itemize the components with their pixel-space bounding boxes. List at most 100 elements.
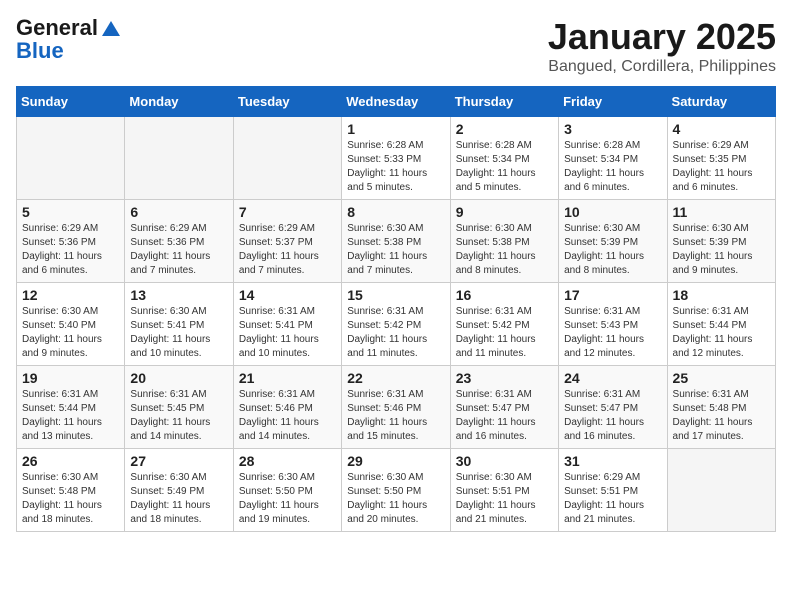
weekday-header-tuesday: Tuesday bbox=[233, 87, 341, 117]
weekday-header-wednesday: Wednesday bbox=[342, 87, 450, 117]
day-info: Sunrise: 6:30 AMSunset: 5:38 PMDaylight:… bbox=[347, 222, 444, 278]
day-number: 5 bbox=[22, 204, 119, 220]
title-section: January 2025 Bangued, Cordillera, Philip… bbox=[548, 16, 776, 76]
day-info: Sunrise: 6:31 AMSunset: 5:43 PMDaylight:… bbox=[564, 305, 661, 361]
day-info: Sunrise: 6:30 AMSunset: 5:49 PMDaylight:… bbox=[130, 471, 227, 527]
weekday-header-friday: Friday bbox=[559, 87, 667, 117]
day-info: Sunrise: 6:31 AMSunset: 5:45 PMDaylight:… bbox=[130, 388, 227, 444]
day-number: 12 bbox=[22, 287, 119, 303]
day-info: Sunrise: 6:31 AMSunset: 5:44 PMDaylight:… bbox=[673, 305, 770, 361]
day-info: Sunrise: 6:30 AMSunset: 5:51 PMDaylight:… bbox=[456, 471, 553, 527]
calendar-week-row: 26 Sunrise: 6:30 AMSunset: 5:48 PMDayligh… bbox=[17, 449, 776, 532]
calendar-cell: 27 Sunrise: 6:30 AMSunset: 5:49 PMDayligh… bbox=[125, 449, 233, 532]
calendar-cell: 19 Sunrise: 6:31 AMSunset: 5:44 PMDayligh… bbox=[17, 366, 125, 449]
calendar-cell: 29 Sunrise: 6:30 AMSunset: 5:50 PMDayligh… bbox=[342, 449, 450, 532]
logo-blue: Blue bbox=[16, 38, 122, 64]
calendar-cell: 30 Sunrise: 6:30 AMSunset: 5:51 PMDayligh… bbox=[450, 449, 558, 532]
day-number: 14 bbox=[239, 287, 336, 303]
calendar-cell: 12 Sunrise: 6:30 AMSunset: 5:40 PMDayligh… bbox=[17, 283, 125, 366]
logo-icon bbox=[100, 18, 122, 40]
calendar-cell: 9 Sunrise: 6:30 AMSunset: 5:38 PMDaylight… bbox=[450, 200, 558, 283]
month-title: January 2025 bbox=[548, 16, 776, 58]
day-info: Sunrise: 6:28 AMSunset: 5:34 PMDaylight:… bbox=[456, 139, 553, 195]
day-number: 26 bbox=[22, 453, 119, 469]
calendar-cell: 2 Sunrise: 6:28 AMSunset: 5:34 PMDaylight… bbox=[450, 117, 558, 200]
day-info: Sunrise: 6:31 AMSunset: 5:46 PMDaylight:… bbox=[239, 388, 336, 444]
calendar-cell: 6 Sunrise: 6:29 AMSunset: 5:36 PMDaylight… bbox=[125, 200, 233, 283]
calendar-cell: 3 Sunrise: 6:28 AMSunset: 5:34 PMDaylight… bbox=[559, 117, 667, 200]
day-number: 21 bbox=[239, 370, 336, 386]
weekday-header-row: SundayMondayTuesdayWednesdayThursdayFrid… bbox=[17, 87, 776, 117]
calendar-cell: 7 Sunrise: 6:29 AMSunset: 5:37 PMDaylight… bbox=[233, 200, 341, 283]
calendar-cell bbox=[667, 449, 775, 532]
weekday-header-sunday: Sunday bbox=[17, 87, 125, 117]
day-info: Sunrise: 6:31 AMSunset: 5:41 PMDaylight:… bbox=[239, 305, 336, 361]
day-number: 20 bbox=[130, 370, 227, 386]
day-number: 13 bbox=[130, 287, 227, 303]
day-info: Sunrise: 6:30 AMSunset: 5:41 PMDaylight:… bbox=[130, 305, 227, 361]
calendar-cell: 14 Sunrise: 6:31 AMSunset: 5:41 PMDayligh… bbox=[233, 283, 341, 366]
day-info: Sunrise: 6:30 AMSunset: 5:40 PMDaylight:… bbox=[22, 305, 119, 361]
calendar-cell: 15 Sunrise: 6:31 AMSunset: 5:42 PMDayligh… bbox=[342, 283, 450, 366]
calendar-cell: 13 Sunrise: 6:30 AMSunset: 5:41 PMDayligh… bbox=[125, 283, 233, 366]
day-info: Sunrise: 6:30 AMSunset: 5:50 PMDaylight:… bbox=[347, 471, 444, 527]
day-info: Sunrise: 6:31 AMSunset: 5:47 PMDaylight:… bbox=[456, 388, 553, 444]
day-number: 10 bbox=[564, 204, 661, 220]
day-number: 31 bbox=[564, 453, 661, 469]
day-number: 24 bbox=[564, 370, 661, 386]
day-number: 19 bbox=[22, 370, 119, 386]
calendar-cell: 18 Sunrise: 6:31 AMSunset: 5:44 PMDayligh… bbox=[667, 283, 775, 366]
day-info: Sunrise: 6:28 AMSunset: 5:34 PMDaylight:… bbox=[564, 139, 661, 195]
day-number: 3 bbox=[564, 121, 661, 137]
day-number: 7 bbox=[239, 204, 336, 220]
day-number: 18 bbox=[673, 287, 770, 303]
day-number: 2 bbox=[456, 121, 553, 137]
day-info: Sunrise: 6:30 AMSunset: 5:48 PMDaylight:… bbox=[22, 471, 119, 527]
calendar-cell bbox=[125, 117, 233, 200]
day-number: 23 bbox=[456, 370, 553, 386]
day-number: 29 bbox=[347, 453, 444, 469]
calendar-cell: 28Sunrise: 6:30 AMSunset: 5:50 PMDayligh… bbox=[233, 449, 341, 532]
day-info: Sunrise: 6:29 AMSunset: 5:37 PMDaylight:… bbox=[239, 222, 336, 278]
day-number: 16 bbox=[456, 287, 553, 303]
calendar-week-row: 1Sunrise: 6:28 AMSunset: 5:33 PMDaylight… bbox=[17, 117, 776, 200]
day-number: 4 bbox=[673, 121, 770, 137]
day-info: Sunrise: 6:31 AMSunset: 5:47 PMDaylight:… bbox=[564, 388, 661, 444]
day-info: Sunrise: 6:31 AMSunset: 5:42 PMDaylight:… bbox=[347, 305, 444, 361]
calendar-cell: 16 Sunrise: 6:31 AMSunset: 5:42 PMDayligh… bbox=[450, 283, 558, 366]
calendar-week-row: 19 Sunrise: 6:31 AMSunset: 5:44 PMDayligh… bbox=[17, 366, 776, 449]
day-number: 27 bbox=[130, 453, 227, 469]
calendar-cell: 1Sunrise: 6:28 AMSunset: 5:33 PMDaylight… bbox=[342, 117, 450, 200]
day-info: Sunrise: 6:30 AMSunset: 5:39 PMDaylight:… bbox=[564, 222, 661, 278]
day-info: Sunrise: 6:30 AMSunset: 5:39 PMDaylight:… bbox=[673, 222, 770, 278]
day-info: Sunrise: 6:30 AMSunset: 5:38 PMDaylight:… bbox=[456, 222, 553, 278]
day-info: Sunrise: 6:29 AMSunset: 5:35 PMDaylight:… bbox=[673, 139, 770, 195]
calendar-cell bbox=[17, 117, 125, 200]
day-number: 15 bbox=[347, 287, 444, 303]
calendar-cell: 4 Sunrise: 6:29 AMSunset: 5:35 PMDaylight… bbox=[667, 117, 775, 200]
day-info: Sunrise: 6:30 AMSunset: 5:50 PMDaylight:… bbox=[239, 471, 336, 527]
day-number: 30 bbox=[456, 453, 553, 469]
day-info: Sunrise: 6:29 AMSunset: 5:36 PMDaylight:… bbox=[22, 222, 119, 278]
calendar-week-row: 5 Sunrise: 6:29 AMSunset: 5:36 PMDaylight… bbox=[17, 200, 776, 283]
calendar-cell: 23 Sunrise: 6:31 AMSunset: 5:47 PMDayligh… bbox=[450, 366, 558, 449]
day-info: Sunrise: 6:31 AMSunset: 5:48 PMDaylight:… bbox=[673, 388, 770, 444]
day-number: 6 bbox=[130, 204, 227, 220]
logo: General Blue bbox=[16, 16, 122, 64]
day-info: Sunrise: 6:29 AMSunset: 5:36 PMDaylight:… bbox=[130, 222, 227, 278]
day-number: 8 bbox=[347, 204, 444, 220]
calendar-cell: 8 Sunrise: 6:30 AMSunset: 5:38 PMDaylight… bbox=[342, 200, 450, 283]
calendar-cell: 24 Sunrise: 6:31 AMSunset: 5:47 PMDayligh… bbox=[559, 366, 667, 449]
day-number: 9 bbox=[456, 204, 553, 220]
day-number: 25 bbox=[673, 370, 770, 386]
day-info: Sunrise: 6:31 AMSunset: 5:44 PMDaylight:… bbox=[22, 388, 119, 444]
logo-text: General bbox=[16, 16, 122, 40]
weekday-header-saturday: Saturday bbox=[667, 87, 775, 117]
day-info: Sunrise: 6:31 AMSunset: 5:46 PMDaylight:… bbox=[347, 388, 444, 444]
weekday-header-thursday: Thursday bbox=[450, 87, 558, 117]
calendar-cell: 31Sunrise: 6:29 AMSunset: 5:51 PMDayligh… bbox=[559, 449, 667, 532]
location-subtitle: Bangued, Cordillera, Philippines bbox=[548, 58, 776, 76]
calendar-cell: 10 Sunrise: 6:30 AMSunset: 5:39 PMDayligh… bbox=[559, 200, 667, 283]
calendar-cell: 5 Sunrise: 6:29 AMSunset: 5:36 PMDaylight… bbox=[17, 200, 125, 283]
day-info: Sunrise: 6:31 AMSunset: 5:42 PMDaylight:… bbox=[456, 305, 553, 361]
